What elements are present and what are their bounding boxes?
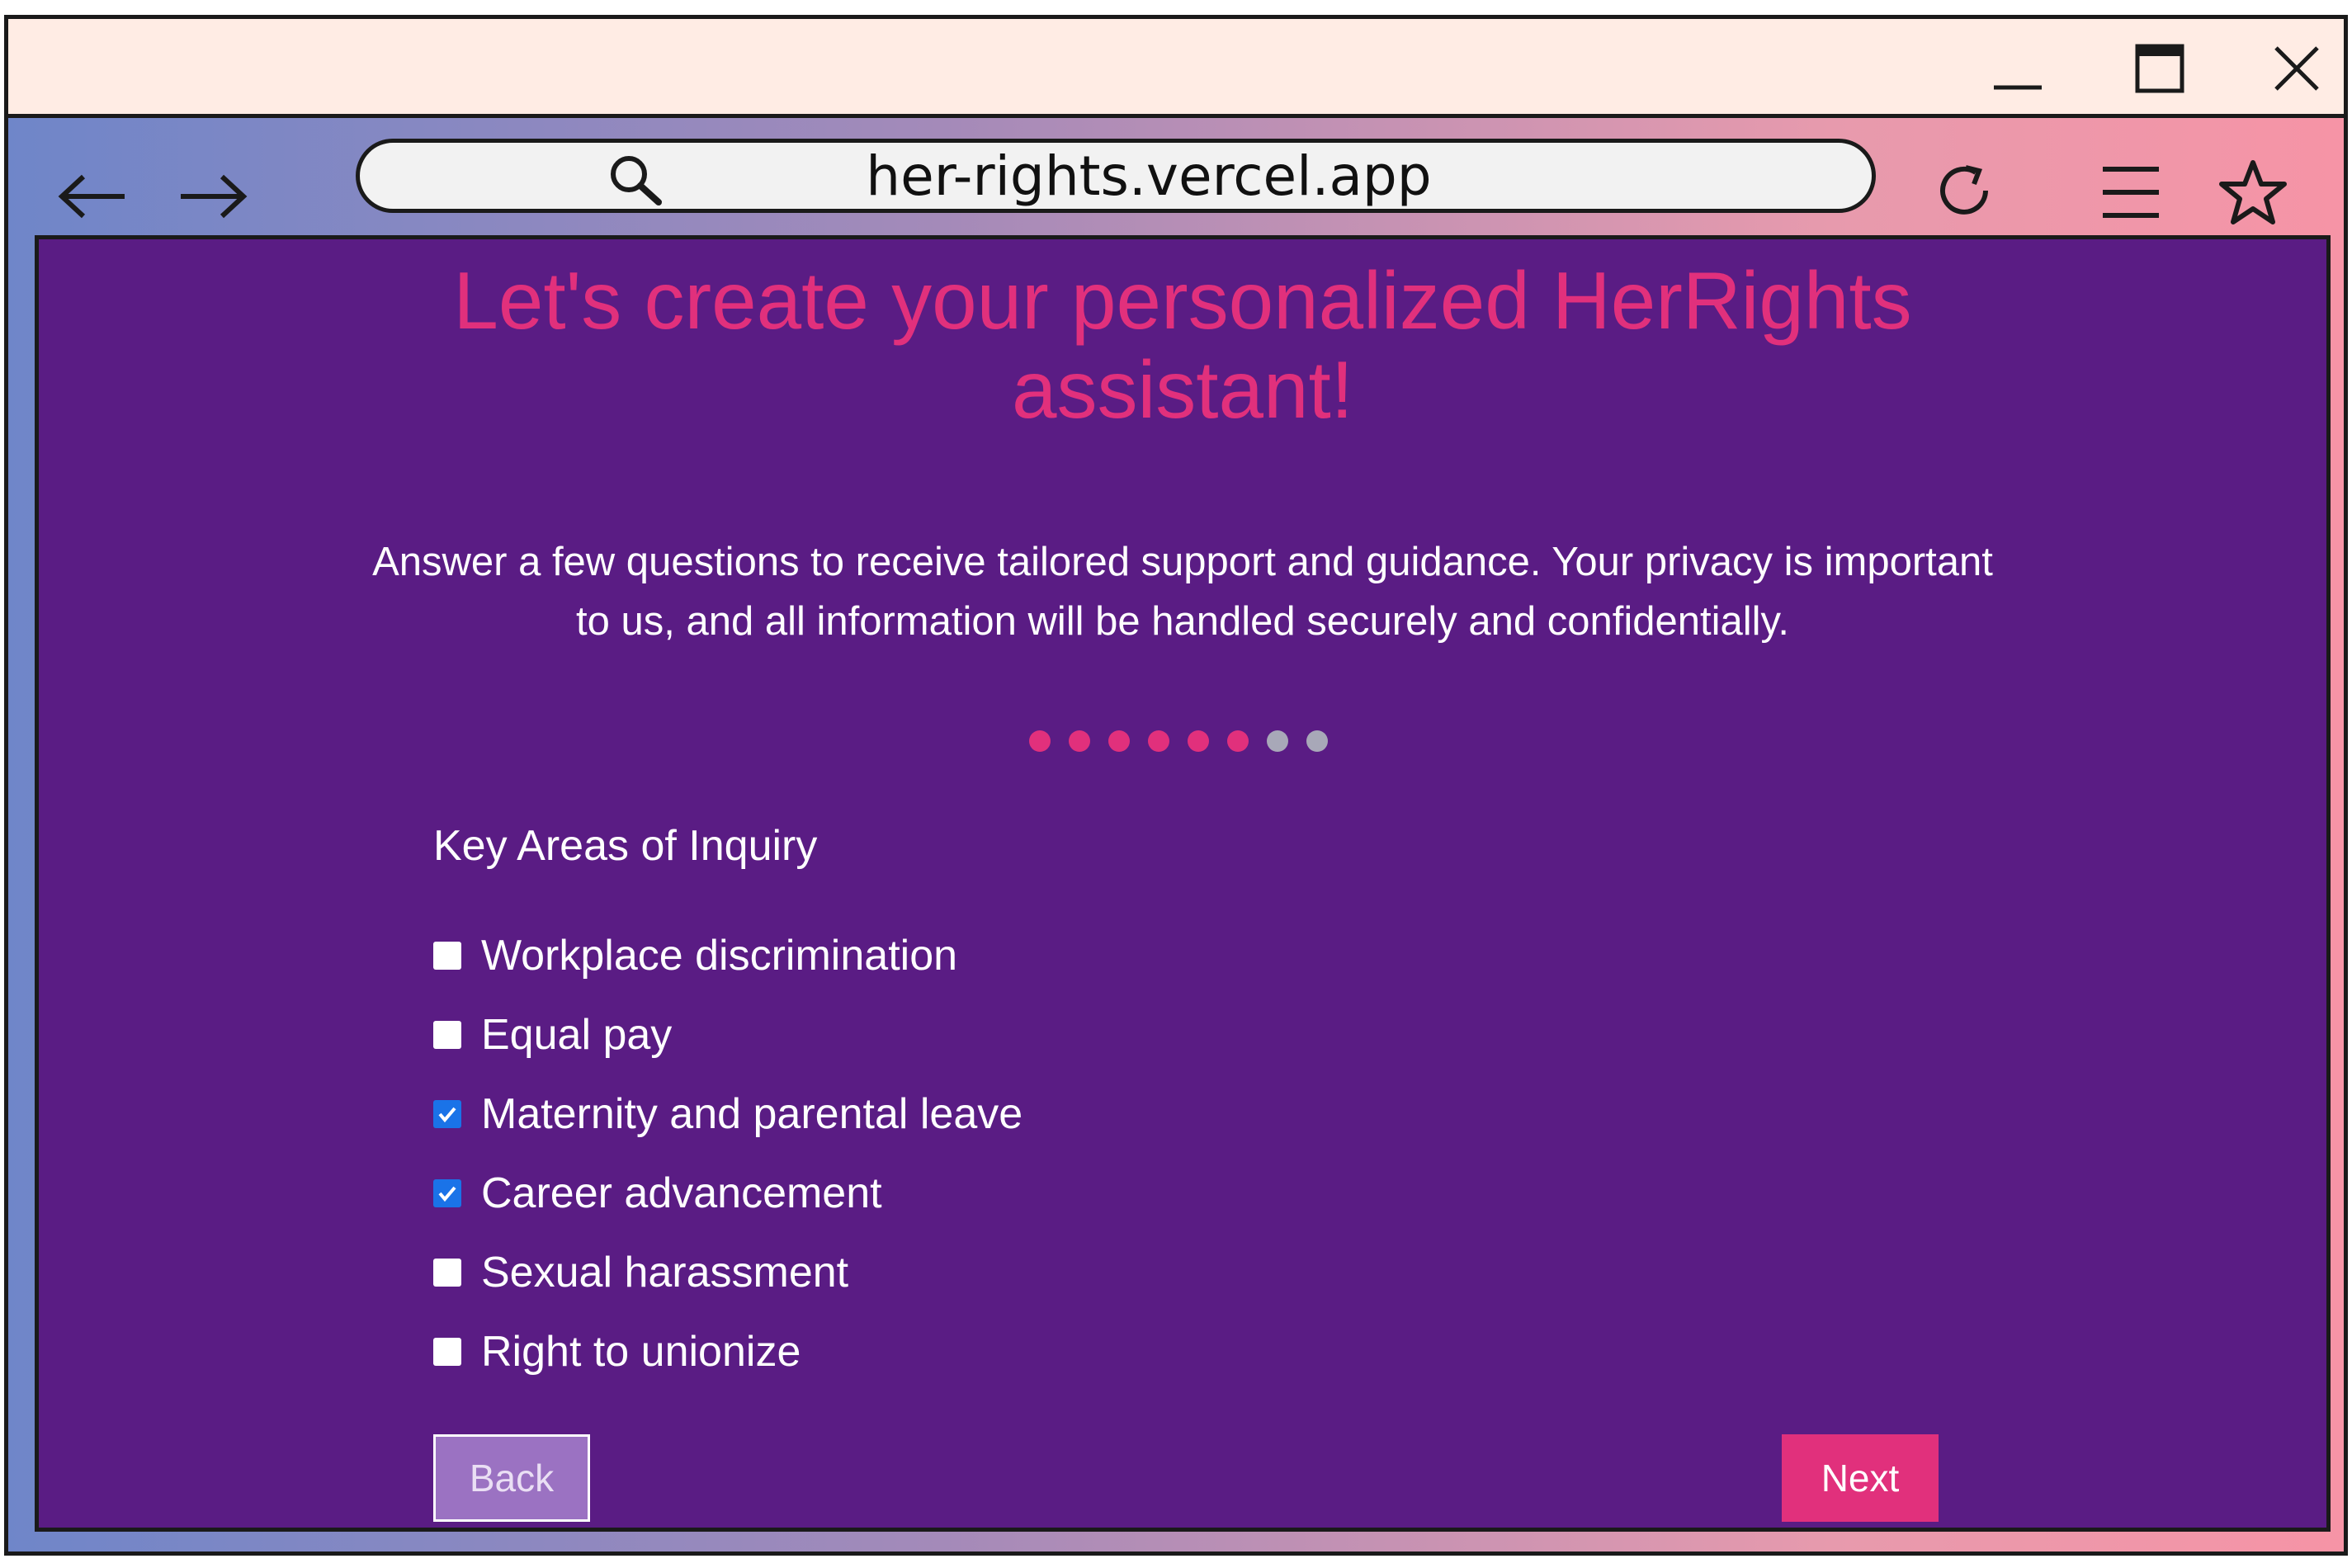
checkbox-unchecked[interactable]: [433, 1259, 461, 1287]
url-text[interactable]: her-rights.vercel.app: [360, 143, 1872, 209]
checkmark-icon: [438, 1186, 456, 1202]
close-icon: [2274, 46, 2319, 91]
checkbox-checked[interactable]: [433, 1100, 461, 1128]
progress-dot-complete: [1227, 730, 1249, 752]
back-button[interactable]: Back: [433, 1434, 590, 1522]
maximize-button[interactable]: [2123, 35, 2197, 102]
bookmark-button[interactable]: [2212, 151, 2294, 234]
page-title-line-1: Let's create your personalized HerRights: [453, 255, 1912, 346]
checkbox-unchecked[interactable]: [433, 942, 461, 970]
option-label: Career advancement: [481, 1169, 882, 1217]
reload-icon: [1940, 165, 1988, 215]
address-bar[interactable]: her-rights.vercel.app: [356, 139, 1876, 213]
reload-button[interactable]: [1925, 151, 2007, 234]
minimize-button[interactable]: [1981, 35, 2055, 102]
page-title: Let's create your personalized HerRights…: [39, 256, 2326, 434]
progress-dot-complete: [1069, 730, 1090, 752]
option-label: Maternity and parental leave: [481, 1090, 1023, 1138]
progress-dot-complete: [1108, 730, 1130, 752]
minimize-icon: [1994, 85, 2042, 90]
close-window-button[interactable]: [2260, 35, 2334, 102]
progress-dot-incomplete: [1267, 730, 1288, 752]
browser-window: her-rights.vercel.app Let's create your …: [4, 15, 2348, 1556]
progress-dot-complete: [1148, 730, 1169, 752]
progress-dot-complete: [1188, 730, 1209, 752]
checkbox-unchecked[interactable]: [433, 1021, 461, 1049]
inquiry-option[interactable]: Right to unionize: [433, 1312, 1023, 1391]
section-heading: Key Areas of Inquiry: [433, 822, 818, 870]
inquiry-option[interactable]: Workplace discrimination: [433, 916, 1023, 995]
inquiry-option[interactable]: Equal pay: [433, 995, 1023, 1074]
checkbox-checked[interactable]: [433, 1179, 461, 1207]
progress-dot-incomplete: [1306, 730, 1328, 752]
page-subtitle: Answer a few questions to receive tailor…: [372, 540, 1993, 644]
option-label: Equal pay: [481, 1011, 673, 1059]
arrow-left-icon: [58, 174, 125, 219]
back-nav-button[interactable]: [51, 159, 134, 234]
inquiry-options-list: Workplace discrimination Equal pay Materni…: [433, 916, 1023, 1391]
arrow-right-icon: [181, 174, 248, 219]
hamburger-menu-icon: [2103, 167, 2159, 218]
checkmark-icon: [438, 1107, 456, 1123]
checkbox-unchecked[interactable]: [433, 1338, 461, 1366]
inquiry-option[interactable]: Maternity and parental leave: [433, 1074, 1023, 1154]
option-label: Sexual harassment: [481, 1249, 849, 1296]
page-viewport: Let's create your personalized HerRights…: [35, 235, 2331, 1532]
progress-dots: [39, 730, 2326, 752]
maximize-icon: [2135, 44, 2184, 93]
title-bar: [8, 19, 2344, 118]
progress-dot-complete: [1029, 730, 1051, 752]
option-label: Workplace discrimination: [481, 932, 958, 980]
next-button[interactable]: Next: [1782, 1434, 1939, 1522]
page-title-line-2: assistant!: [1012, 344, 1353, 435]
forward-nav-button[interactable]: [172, 159, 254, 234]
option-label: Right to unionize: [481, 1328, 801, 1376]
inquiry-option[interactable]: Career advancement: [433, 1154, 1023, 1233]
star-icon: [2219, 160, 2287, 224]
menu-button[interactable]: [2090, 151, 2172, 234]
inquiry-option[interactable]: Sexual harassment: [433, 1233, 1023, 1312]
